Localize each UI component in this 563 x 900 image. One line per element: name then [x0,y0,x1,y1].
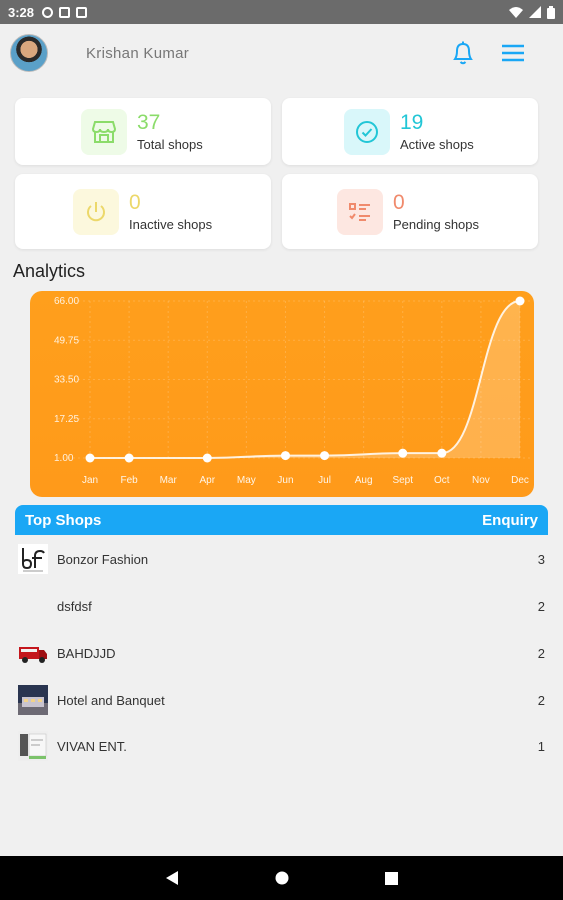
chart-xtick-label: Dec [511,475,529,486]
stat-label: Total shops [137,137,203,152]
vivan-photo-icon [18,731,48,761]
stat-card-active[interactable]: 19 Active shops [282,98,538,165]
hotel-photo-icon [18,685,48,715]
stat-card-pending[interactable]: 0 Pending shops [282,174,538,249]
shop-enquiry-count: 1 [537,738,545,754]
stat-label: Active shops [400,137,474,152]
table-row[interactable]: BAHDJJD 2 [15,630,548,676]
status-bar: 3:28 [0,0,563,24]
hamburger-icon [502,44,524,62]
chart-xtick-label: Mar [160,475,178,486]
shop-thumbnail [18,591,48,621]
truck-icon [19,647,47,663]
shop-name: BAHDJJD [57,645,116,661]
top-shops-title: Top Shops [25,511,102,529]
table-row[interactable]: VIVAN ENT. 1 [15,723,548,769]
stat-card-inactive[interactable]: 0 Inactive shops [15,174,271,249]
shop-name: VIVAN ENT. [57,738,127,754]
chart-xtick-label: Jun [277,475,293,486]
top-shops-header: Top Shops Enquiry [15,505,548,535]
recents-button[interactable] [385,871,398,885]
chart-ytick-label: 1.00 [54,453,74,464]
notification-icon [59,6,71,18]
stat-value: 37 [137,111,161,134]
stat-label: Pending shops [393,217,480,232]
shop-name: Hotel and Banquet [57,692,165,708]
battery-icon [547,5,555,19]
stat-icon-box [344,108,390,155]
stat-label: Inactive shops [129,217,213,232]
chart-xtick-label: Feb [120,475,138,486]
analytics-title: Analytics [13,261,86,281]
power-icon [87,201,105,221]
store-icon [91,120,117,143]
shop-thumbnail [18,544,48,574]
user-name: Krishan Kumar [86,44,190,62]
shop-enquiry-count: 3 [537,551,545,567]
chart-xtick-label: Nov [472,475,490,486]
chart-xtick-label: Aug [355,475,373,486]
enquiry-column-header: Enquiry [482,511,538,529]
system-nav-bar [0,856,563,900]
sync-icon [42,6,54,18]
table-row[interactable]: Hotel and Banquet 2 [15,677,548,723]
stat-icon-box [73,188,119,235]
analytics-chart-svg: 1.00 17.25 33.50 49.75 66.00 Jan Feb Mar Apr May J… [54,296,530,486]
home-circle-icon [275,871,289,885]
status-time: 3:28 [8,4,35,20]
analytics-chart: 1.00 17.25 33.50 49.75 66.00 Jan Feb Mar Apr May J… [30,291,534,497]
chart-ytick-label: 66.00 [54,296,79,307]
notification-icon-2 [76,6,88,18]
avatar[interactable] [10,34,48,72]
shop-name: dsfdsf [57,598,92,614]
bell-icon [453,41,473,65]
notifications-button[interactable] [449,39,477,67]
shop-thumbnail [18,731,48,761]
chart-xtick-label: Jan [82,475,98,486]
back-button[interactable] [165,870,179,886]
chart-data-point [320,451,330,461]
check-circle-icon [356,120,378,143]
chart-xtick-label: Sept [392,475,413,486]
chart-data-point [85,453,95,463]
home-button[interactable] [275,871,289,885]
shop-enquiry-count: 2 [537,645,545,661]
shop-enquiry-count: 2 [537,692,545,708]
chart-data-point [124,453,134,463]
stat-icon-box [337,188,383,235]
chart-ytick-label: 33.50 [54,375,79,386]
stat-value: 19 [400,111,424,134]
chart-xtick-label: Jul [318,475,331,486]
shop-thumbnail [18,638,48,668]
stat-value: 0 [393,191,405,214]
chart-data-point [398,448,408,458]
shop-enquiry-count: 2 [537,598,545,614]
chart-xtick-label: Apr [199,475,215,486]
signal-icon [529,6,541,18]
shop-thumbnail [18,685,48,715]
shop-name: Bonzor Fashion [57,551,149,567]
stat-value: 0 [129,191,141,214]
chart-ytick-label: 17.25 [54,414,79,425]
chart-data-point [202,453,212,463]
app-header: Krishan Kumar [0,24,563,82]
menu-button[interactable] [499,39,527,67]
back-triangle-icon [166,871,178,885]
bf-logo-icon [18,544,48,574]
stat-card-total[interactable]: 37 Total shops [15,98,271,165]
chart-data-point [515,296,525,306]
recents-square-icon [385,871,398,885]
chart-xtick-label: Oct [434,475,450,486]
chart-xtick-label: May [237,475,256,486]
chart-ytick-label: 49.75 [54,335,79,346]
table-row[interactable]: Bonzor Fashion 3 [15,536,548,582]
list-icon [349,202,370,221]
chart-data-point [437,448,447,458]
wifi-icon [509,7,523,18]
table-row[interactable]: dsfdsf 2 [15,583,548,629]
chart-data-point [280,451,290,461]
stat-icon-box [81,108,127,155]
